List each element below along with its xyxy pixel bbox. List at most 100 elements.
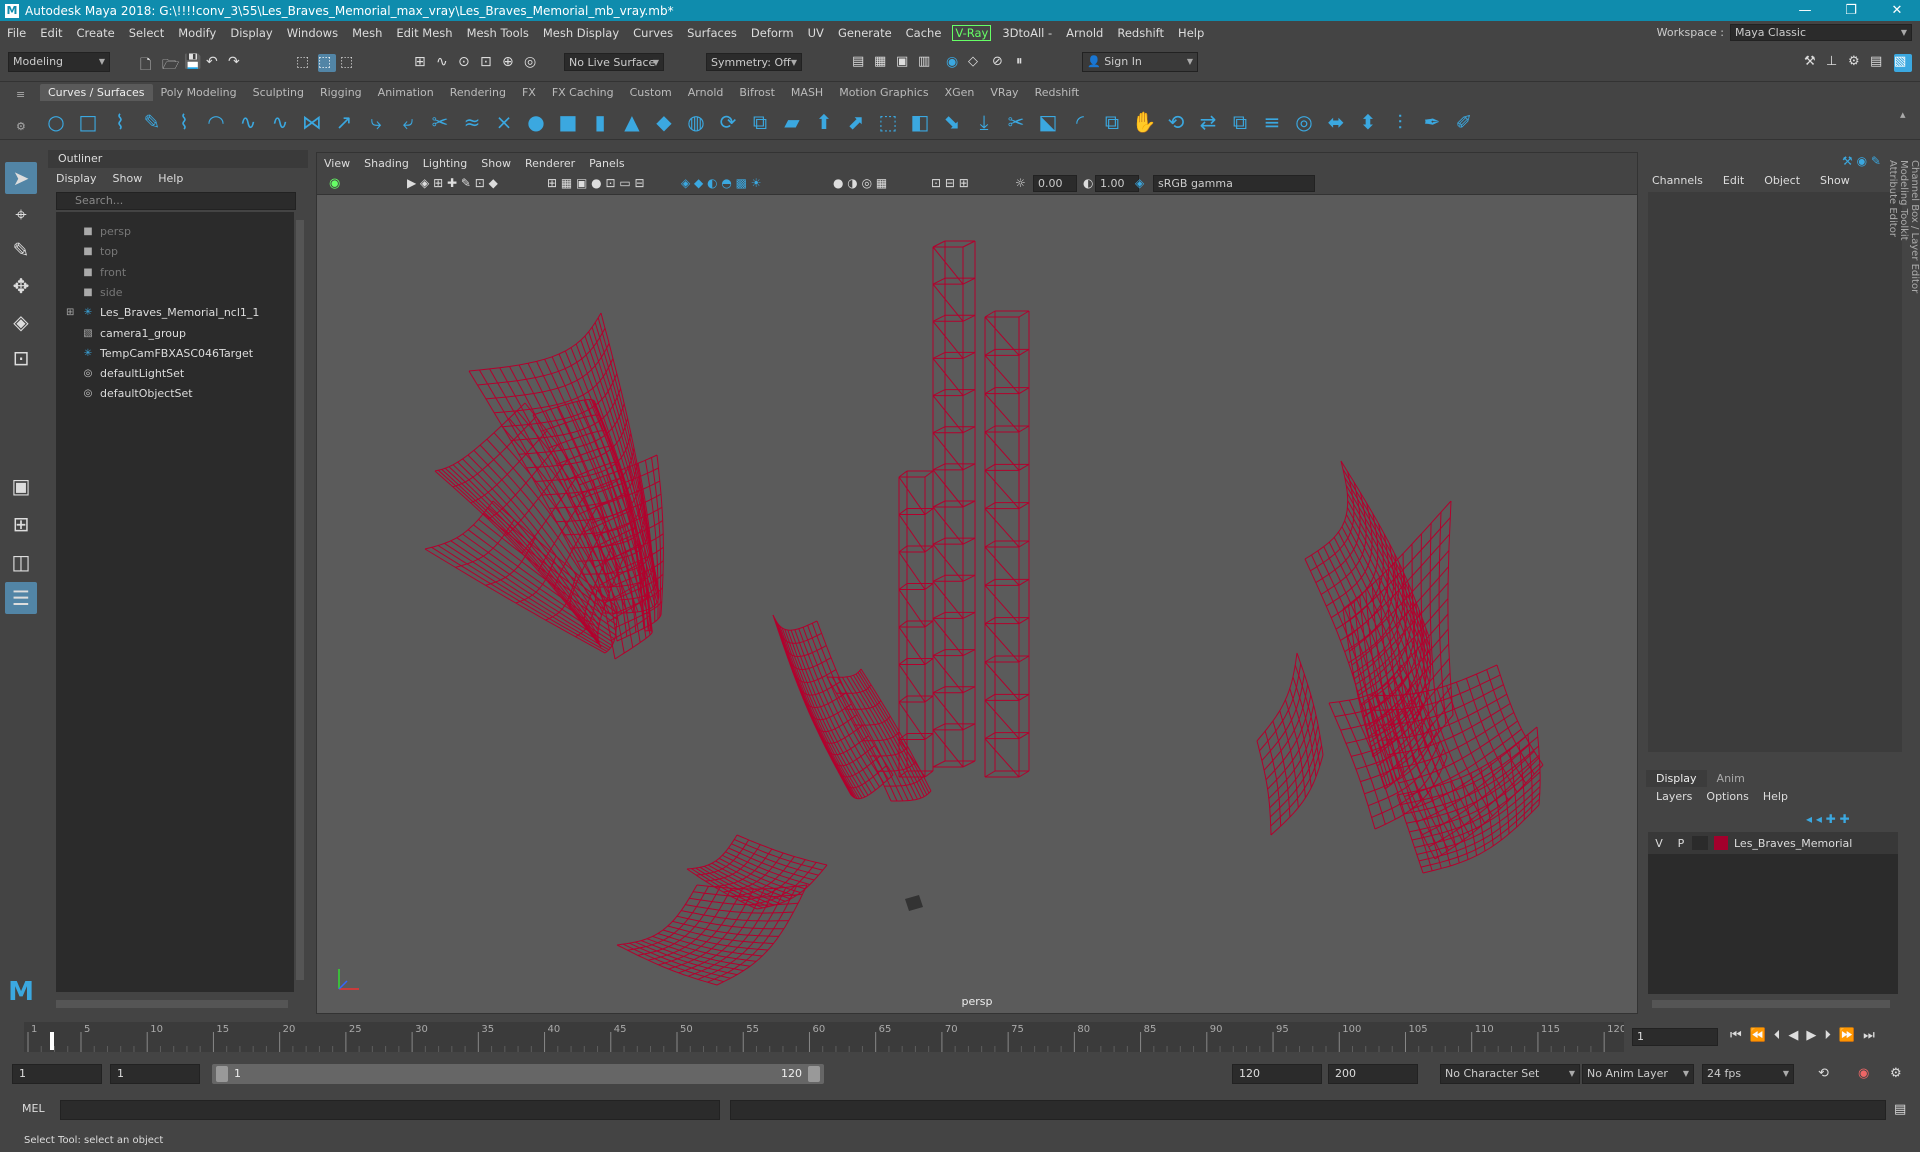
trim-icon[interactable]: ✂ (1002, 108, 1030, 136)
menu-select[interactable]: Select (122, 26, 171, 40)
playback-start-field[interactable]: 1 (110, 1064, 200, 1084)
expand-icon[interactable]: ⊞ (66, 303, 74, 323)
side-tab-attribute-editor[interactable]: Attribute Editor (1887, 160, 1898, 520)
ep-curve-icon[interactable]: ⌇ (170, 108, 198, 136)
current-frame-marker[interactable] (50, 1032, 54, 1050)
shelf-tab-motion-graphics[interactable]: Motion Graphics (831, 84, 936, 101)
shelf-tab-poly-modeling[interactable]: Poly Modeling (153, 84, 245, 101)
layer-color-swatch[interactable] (1714, 836, 1728, 850)
snap-view-icon[interactable]: ◎ (524, 54, 542, 72)
outliner-item[interactable]: ■ front (56, 263, 294, 283)
channel-box-tool-icons[interactable]: ⚒ ◉ ✎ (1842, 154, 1881, 168)
fillet-icon[interactable]: ◜ (1066, 108, 1094, 136)
pencil-curve-icon[interactable]: ✎ (138, 108, 166, 136)
rebuild-icon[interactable]: ⟲ (1162, 108, 1190, 136)
loft-icon[interactable]: ⧉ (746, 108, 774, 136)
outliner-menu-display[interactable]: Display (56, 172, 97, 185)
outliner-menu-show[interactable]: Show (113, 172, 143, 185)
wireframe-tower[interactable] (898, 470, 934, 778)
menu-windows[interactable]: Windows (280, 26, 345, 40)
cut-icon[interactable]: ✂ (426, 108, 454, 136)
untrim-icon[interactable]: ⬕ (1034, 108, 1062, 136)
shelf-tab-arnold[interactable]: Arnold (680, 84, 732, 101)
layer-row[interactable]: V P Les_Braves_Memorial (1648, 832, 1898, 854)
shelf-menu-icon[interactable]: ≡ (16, 88, 25, 101)
anim-layer-dropdown[interactable]: No Anim Layer (1582, 1064, 1694, 1084)
arc-icon[interactable]: ◠ (202, 108, 230, 136)
grid-toggle-icon[interactable]: ⊞ ▦ ▣ ● ⊡ ▭ ⊟ (547, 176, 645, 190)
extrude-icon[interactable]: ⬆ (810, 108, 838, 136)
single-view-layout-icon[interactable]: ▣ (5, 470, 37, 502)
select-object-icon[interactable]: ⬚ (318, 54, 336, 72)
cube-icon[interactable]: ■ (554, 108, 582, 136)
outliner-item[interactable]: ▧ camera1_group (56, 324, 294, 344)
menu-mesh-display[interactable]: Mesh Display (536, 26, 626, 40)
square-curve-icon[interactable]: □ (74, 108, 102, 136)
reverse-icon[interactable]: ⇄ (1194, 108, 1222, 136)
wireframe-mesh[interactable] (616, 884, 808, 986)
layer-horizontal-scrollbar[interactable] (1652, 1000, 1890, 1008)
range-bar[interactable]: 1 120 (212, 1064, 824, 1084)
layer-menu-layers[interactable]: Layers (1656, 790, 1692, 803)
layer-tab-display[interactable]: Display (1646, 770, 1707, 787)
wireframe-tower[interactable] (932, 240, 976, 768)
lasso-tool-icon[interactable]: ⌖ (5, 198, 37, 230)
menu-edit-mesh[interactable]: Edit Mesh (389, 26, 459, 40)
side-tab-modeling-toolkit[interactable]: Modeling Toolkit (1898, 160, 1909, 490)
shelf-tab-custom[interactable]: Custom (622, 84, 680, 101)
shelf-tab-mash[interactable]: MASH (783, 84, 831, 101)
layer-playback-toggle[interactable]: P (1670, 837, 1692, 850)
birail-icon[interactable]: ⬈ (842, 108, 870, 136)
wireframe-tower[interactable] (984, 310, 1030, 778)
channel-box-menu-channels[interactable]: Channels (1652, 174, 1703, 187)
select-tool-icon[interactable]: ➤ (5, 162, 37, 194)
shelf-tab-curves-surfaces[interactable]: Curves / Surfaces (40, 84, 153, 101)
render-current-icon[interactable]: ▣ (896, 54, 914, 72)
sphere-icon[interactable]: ● (522, 108, 550, 136)
detach-surface-icon[interactable]: ⬍ (1354, 108, 1382, 136)
animation-start-field[interactable]: 1 (12, 1064, 102, 1084)
wireframe-shading-icon[interactable]: ◈ ◆ ◐ ◓ ▩ ☀ (681, 176, 762, 190)
xray-icon[interactable]: ● ◑ ◎ ▦ (833, 176, 887, 190)
outliner-item[interactable]: ⊞ ✳ Les_Braves_Memorial_ncl1_1 (56, 303, 294, 323)
plane-icon[interactable]: ◆ (650, 108, 678, 136)
stitch-icon[interactable]: ⧉ (1098, 108, 1126, 136)
insert-isoparm-icon[interactable]: ⫶ (1386, 108, 1414, 136)
menu-edit[interactable]: Edit (33, 26, 69, 40)
open-close-icon[interactable]: ◎ (1290, 108, 1318, 136)
menu-help[interactable]: Help (1171, 26, 1211, 40)
wireframe-mesh[interactable] (1256, 652, 1324, 836)
menu-modify[interactable]: Modify (171, 26, 223, 40)
range-end-handle[interactable] (808, 1066, 820, 1082)
shelf-tab-rendering[interactable]: Rendering (442, 84, 514, 101)
outliner-search-input[interactable]: Search... (56, 192, 296, 210)
outliner-item[interactable]: ■ top (56, 242, 294, 262)
menu-deform[interactable]: Deform (744, 26, 801, 40)
revolve-icon[interactable]: ⟳ (714, 108, 742, 136)
extend-icon[interactable]: ↗ (330, 108, 358, 136)
current-frame-field[interactable]: 1 (1632, 1028, 1718, 1046)
vray-stop-icon[interactable]: ⊘ (992, 54, 1010, 72)
curve-tool-icon[interactable]: ∿ (234, 108, 262, 136)
mel-label[interactable]: MEL (22, 1102, 45, 1115)
channel-box-toggle-icon[interactable]: ▤ (1870, 54, 1888, 72)
menu-file[interactable]: File (0, 26, 33, 40)
bevel-icon[interactable]: ⬊ (938, 108, 966, 136)
modeling-toolkit-icon[interactable]: ⚒ (1804, 54, 1822, 72)
workspace-dropdown[interactable]: Maya Classic (1730, 24, 1912, 41)
pause-icon[interactable]: ⏸ (1016, 54, 1034, 72)
animation-end-field[interactable]: 200 (1328, 1064, 1418, 1084)
wireframe-mesh[interactable] (772, 614, 894, 800)
outliner-item[interactable]: ■ side (56, 283, 294, 303)
time-slider-track[interactable]: 1 5 10 15 20 25 30 35 40 45 50 55 60 65 70 75 80 85 90 95 10… (24, 1022, 1626, 1052)
menu-set-dropdown[interactable]: Modeling (8, 52, 110, 72)
cv-curve-icon[interactable]: ⌇ (106, 108, 134, 136)
outliner-item[interactable]: ◎ defaultObjectSet (56, 384, 294, 404)
undo-icon[interactable]: ↶ (206, 54, 224, 72)
fps-dropdown[interactable]: 24 fps (1702, 1064, 1794, 1084)
viewport-menu-shading[interactable]: Shading (357, 157, 416, 170)
close-button[interactable]: ✕ (1874, 0, 1920, 21)
play-backward-icon[interactable]: ◀ (1788, 1028, 1798, 1043)
anim-prefs-icon[interactable]: ⚙ (1890, 1066, 1902, 1081)
select-hierarchy-icon[interactable]: ⬚ (296, 54, 314, 72)
